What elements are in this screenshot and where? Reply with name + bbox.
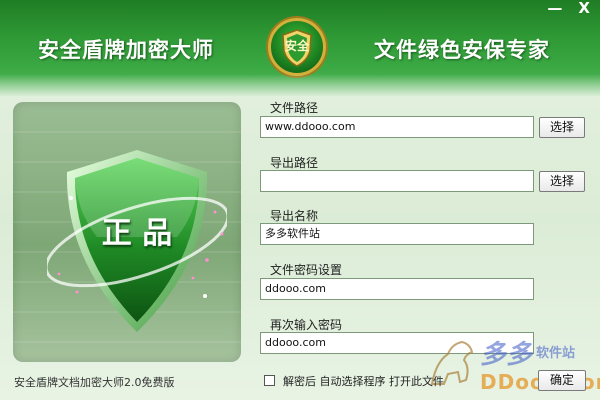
watermark-brand: 多多 (480, 340, 533, 370)
export-path-browse-button[interactable]: 选择 (539, 171, 585, 192)
export-path-label: 导出路径 (270, 156, 319, 170)
badge-text: 正 品 (101, 216, 173, 251)
close-button[interactable]: X (578, 0, 590, 18)
watermark-site: 软件站 (536, 346, 576, 361)
file-path-browse-button[interactable]: 选择 (539, 117, 585, 138)
export-name-input[interactable]: 多多软件站 (260, 223, 534, 245)
auto-open-label: 解密后 自动选择程序 打开此文件 (283, 375, 444, 388)
password-confirm-label: 再次输入密码 (270, 318, 343, 332)
window-controls: — X (547, 0, 590, 18)
file-path-label: 文件路径 (270, 101, 319, 115)
shield-logo-icon: 安全 (268, 18, 326, 76)
shield-panel: 正 品 (13, 102, 241, 362)
shield-icon: 正 品 (44, 142, 230, 346)
logo-text: 安全 (284, 39, 309, 53)
minimize-button[interactable]: — (547, 0, 562, 18)
auto-open-checkbox[interactable] (264, 375, 275, 386)
title-bar: 安全盾牌加密大师 安全 文件绿色安保专家 — X (0, 0, 600, 96)
password-input[interactable]: ddooo.com (260, 278, 534, 300)
app-slogan: 文件绿色安保专家 (374, 38, 550, 62)
app-title: 安全盾牌加密大师 (38, 38, 214, 62)
confirm-button[interactable]: 确定 (538, 370, 586, 391)
version-text: 安全盾牌文档加密大师2.0免费版 (14, 376, 175, 389)
export-path-input[interactable] (260, 170, 534, 192)
file-path-input[interactable]: www.ddooo.com (260, 116, 534, 138)
password-label: 文件密码设置 (270, 263, 343, 277)
export-name-label: 导出名称 (270, 209, 319, 223)
